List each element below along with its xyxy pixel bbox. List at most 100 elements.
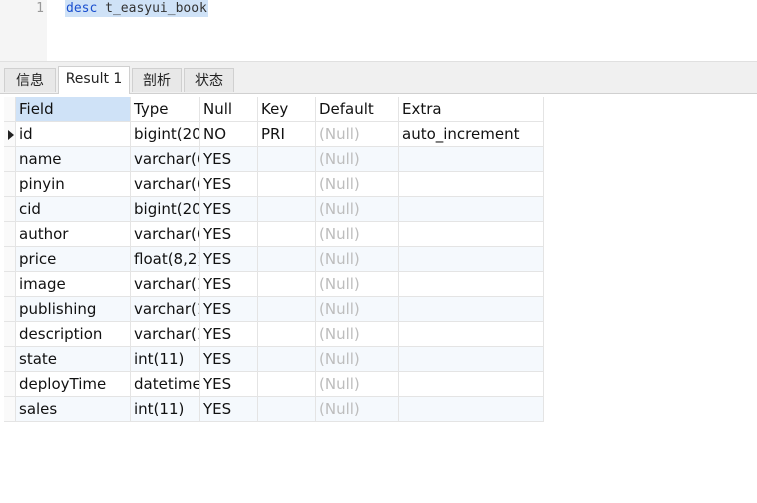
cell-null[interactable]: YES (200, 197, 258, 222)
cell-null[interactable]: YES (200, 372, 258, 397)
cell-null[interactable]: YES (200, 397, 258, 422)
row-marker[interactable] (4, 347, 16, 372)
sql-keyword: desc (66, 1, 98, 16)
cell-extra[interactable] (399, 372, 544, 397)
cell-field[interactable]: id (16, 122, 131, 147)
cell-extra[interactable] (399, 272, 544, 297)
cell-type[interactable]: int(11) (131, 347, 200, 372)
row-marker[interactable] (4, 197, 16, 222)
tab-profile[interactable]: 剖析 (132, 68, 182, 92)
column-header-type[interactable]: Type (131, 97, 200, 122)
cell-field[interactable]: state (16, 347, 131, 372)
cell-key[interactable] (258, 147, 316, 172)
sql-statement[interactable]: desc t_easyui_book (65, 0, 208, 17)
cell-field[interactable]: deployTime (16, 372, 131, 397)
cell-default[interactable]: (Null) (316, 397, 399, 422)
cell-extra[interactable] (399, 322, 544, 347)
cell-key[interactable]: PRI (258, 122, 316, 147)
current-row-arrow-icon (8, 130, 14, 140)
cell-default[interactable]: (Null) (316, 172, 399, 197)
tab-status[interactable]: 状态 (184, 68, 234, 92)
cell-default[interactable]: (Null) (316, 297, 399, 322)
row-marker[interactable] (4, 122, 16, 147)
cell-type[interactable]: bigint(20 (131, 122, 200, 147)
cell-field[interactable]: sales (16, 397, 131, 422)
cell-default[interactable]: (Null) (316, 122, 399, 147)
cell-extra[interactable] (399, 197, 544, 222)
cell-extra[interactable] (399, 147, 544, 172)
column-header-key[interactable]: Key (258, 97, 316, 122)
cell-key[interactable] (258, 322, 316, 347)
cell-default[interactable]: (Null) (316, 272, 399, 297)
cell-type[interactable]: int(11) (131, 397, 200, 422)
cell-extra[interactable]: auto_increment (399, 122, 544, 147)
cell-extra[interactable] (399, 397, 544, 422)
cell-type[interactable]: varchar(6 (131, 147, 200, 172)
cell-field[interactable]: description (16, 322, 131, 347)
cell-type[interactable]: float(8,2) (131, 247, 200, 272)
cell-type[interactable]: datetime (131, 372, 200, 397)
cell-null[interactable]: YES (200, 322, 258, 347)
cell-field[interactable]: cid (16, 197, 131, 222)
row-header-corner (4, 97, 16, 122)
result-tabbar: 信息 Result 1 剖析 状态 (0, 66, 757, 94)
cell-null[interactable]: YES (200, 222, 258, 247)
cell-key[interactable] (258, 372, 316, 397)
row-marker[interactable] (4, 397, 16, 422)
cell-field[interactable]: name (16, 147, 131, 172)
cell-type[interactable]: varchar(1 (131, 322, 200, 347)
cell-field[interactable]: price (16, 247, 131, 272)
cell-default[interactable]: (Null) (316, 247, 399, 272)
cell-field[interactable]: author (16, 222, 131, 247)
cell-extra[interactable] (399, 347, 544, 372)
cell-null[interactable]: YES (200, 147, 258, 172)
cell-null[interactable]: YES (200, 347, 258, 372)
cell-key[interactable] (258, 397, 316, 422)
cell-key[interactable] (258, 222, 316, 247)
cell-default[interactable]: (Null) (316, 222, 399, 247)
cell-null[interactable]: YES (200, 247, 258, 272)
column-header-extra[interactable]: Extra (399, 97, 544, 122)
column-header-default[interactable]: Default (316, 97, 399, 122)
cell-extra[interactable] (399, 247, 544, 272)
cell-null[interactable]: YES (200, 297, 258, 322)
cell-type[interactable]: varchar(6 (131, 172, 200, 197)
cell-key[interactable] (258, 247, 316, 272)
sql-editor[interactable]: 1 desc t_easyui_book (0, 0, 757, 61)
cell-type[interactable]: varchar(1 (131, 297, 200, 322)
cell-key[interactable] (258, 172, 316, 197)
cell-default[interactable]: (Null) (316, 322, 399, 347)
cell-default[interactable]: (Null) (316, 347, 399, 372)
cell-default[interactable]: (Null) (316, 372, 399, 397)
row-marker[interactable] (4, 222, 16, 247)
cell-key[interactable] (258, 272, 316, 297)
cell-null[interactable]: YES (200, 172, 258, 197)
tab-result-1[interactable]: Result 1 (58, 66, 130, 94)
column-header-field[interactable]: Field (16, 97, 131, 122)
row-marker[interactable] (4, 297, 16, 322)
row-marker[interactable] (4, 372, 16, 397)
cell-null[interactable]: NO (200, 122, 258, 147)
cell-null[interactable]: YES (200, 272, 258, 297)
cell-key[interactable] (258, 297, 316, 322)
tab-info[interactable]: 信息 (4, 68, 56, 92)
row-marker[interactable] (4, 322, 16, 347)
cell-default[interactable]: (Null) (316, 197, 399, 222)
row-marker[interactable] (4, 272, 16, 297)
cell-extra[interactable] (399, 222, 544, 247)
cell-type[interactable]: varchar(1 (131, 272, 200, 297)
cell-type[interactable]: varchar(6 (131, 222, 200, 247)
row-marker[interactable] (4, 147, 16, 172)
cell-key[interactable] (258, 347, 316, 372)
row-marker[interactable] (4, 247, 16, 272)
column-header-null[interactable]: Null (200, 97, 258, 122)
row-marker[interactable] (4, 172, 16, 197)
cell-type[interactable]: bigint(20 (131, 197, 200, 222)
cell-extra[interactable] (399, 172, 544, 197)
cell-key[interactable] (258, 197, 316, 222)
cell-extra[interactable] (399, 297, 544, 322)
cell-field[interactable]: image (16, 272, 131, 297)
cell-default[interactable]: (Null) (316, 147, 399, 172)
cell-field[interactable]: publishing (16, 297, 131, 322)
cell-field[interactable]: pinyin (16, 172, 131, 197)
